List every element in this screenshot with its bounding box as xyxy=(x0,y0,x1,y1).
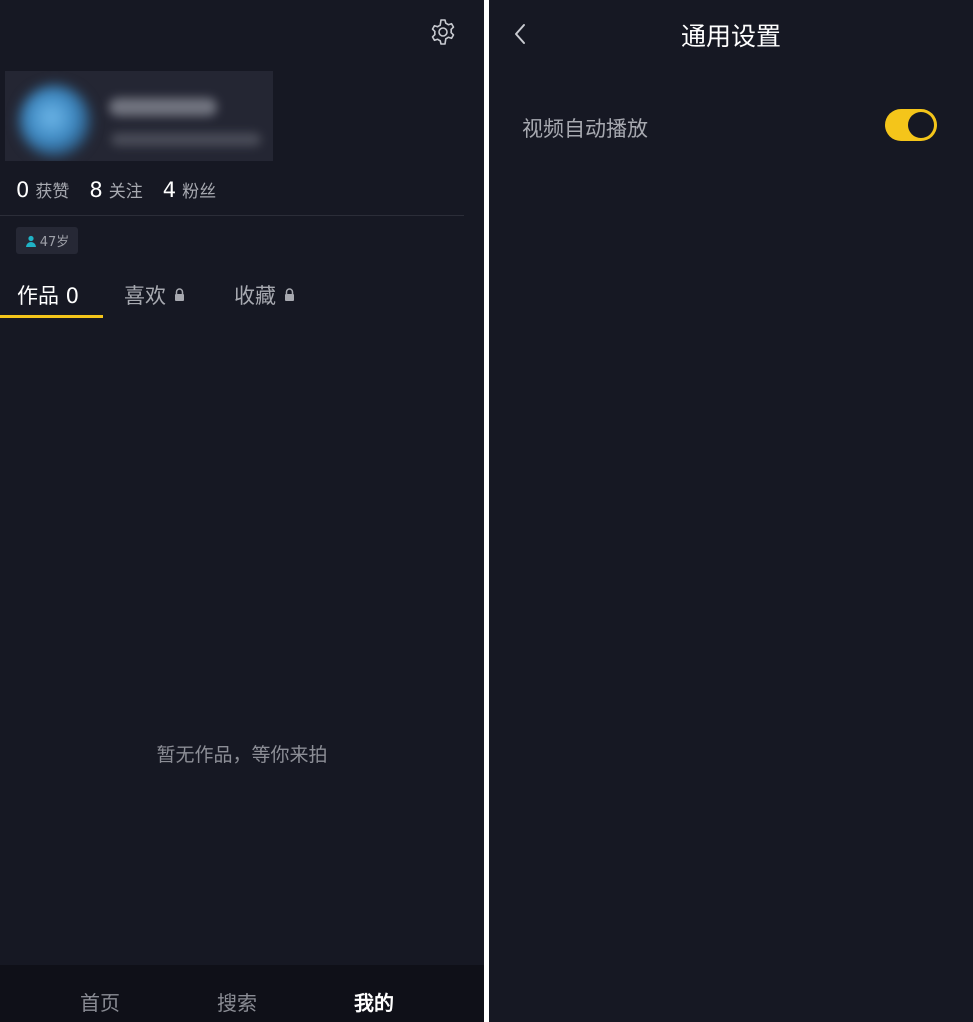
stat-followers[interactable]: 4 粉丝 xyxy=(163,177,216,202)
gear-icon[interactable] xyxy=(428,17,458,47)
stat-label: 粉丝 xyxy=(182,182,217,202)
setting-label-autoplay: 视频自动播放 xyxy=(522,117,648,141)
profile-stats: 0 获赞 8 关注 4 粉丝 xyxy=(16,177,216,202)
empty-state-message: 暂无作品，等你来拍 xyxy=(156,744,328,766)
stat-number: 4 xyxy=(162,178,177,202)
age-text: 47岁 xyxy=(39,235,70,250)
tab-likes[interactable]: 喜欢 xyxy=(124,280,185,310)
person-icon xyxy=(25,235,36,247)
tab-label: 作品 0 xyxy=(17,284,80,308)
nav-search[interactable]: 搜索 xyxy=(217,987,257,1016)
profile-screen: 0 获赞 8 关注 4 粉丝 47岁 作品 0 喜欢 收藏 暂无作品，等你来拍 … xyxy=(0,5,484,1022)
tab-label: 喜欢 xyxy=(124,284,166,308)
general-settings-screen: 通用设置 视频自动播放 xyxy=(489,5,973,1022)
lock-icon xyxy=(285,288,294,301)
autoplay-toggle[interactable] xyxy=(885,109,937,141)
tab-label: 收藏 xyxy=(234,284,276,308)
active-tab-indicator xyxy=(0,315,103,318)
tab-favorites[interactable]: 收藏 xyxy=(234,280,295,310)
lock-icon xyxy=(175,288,184,301)
divider xyxy=(0,215,464,216)
username-blurred xyxy=(109,98,217,116)
stat-label: 获赞 xyxy=(35,182,70,202)
avatar[interactable] xyxy=(19,85,91,157)
bottom-navigation: 首页 搜索 我的 xyxy=(0,965,484,1022)
nav-me[interactable]: 我的 xyxy=(354,987,394,1016)
stat-likes[interactable]: 0 获赞 xyxy=(16,177,69,202)
toggle-knob xyxy=(908,112,934,138)
stat-number: 0 xyxy=(16,178,30,202)
tab-works[interactable]: 作品 0 xyxy=(17,280,79,310)
profile-header xyxy=(5,71,273,161)
nav-home[interactable]: 首页 xyxy=(80,987,120,1016)
page-title: 通用设置 xyxy=(680,22,781,51)
stat-number: 8 xyxy=(89,178,103,202)
stat-following[interactable]: 8 关注 xyxy=(89,177,142,202)
profile-tabs: 作品 0 喜欢 收藏 xyxy=(0,275,484,321)
age-badge: 47岁 xyxy=(16,227,78,254)
stat-label: 关注 xyxy=(108,182,143,202)
user-id-blurred xyxy=(111,133,261,146)
